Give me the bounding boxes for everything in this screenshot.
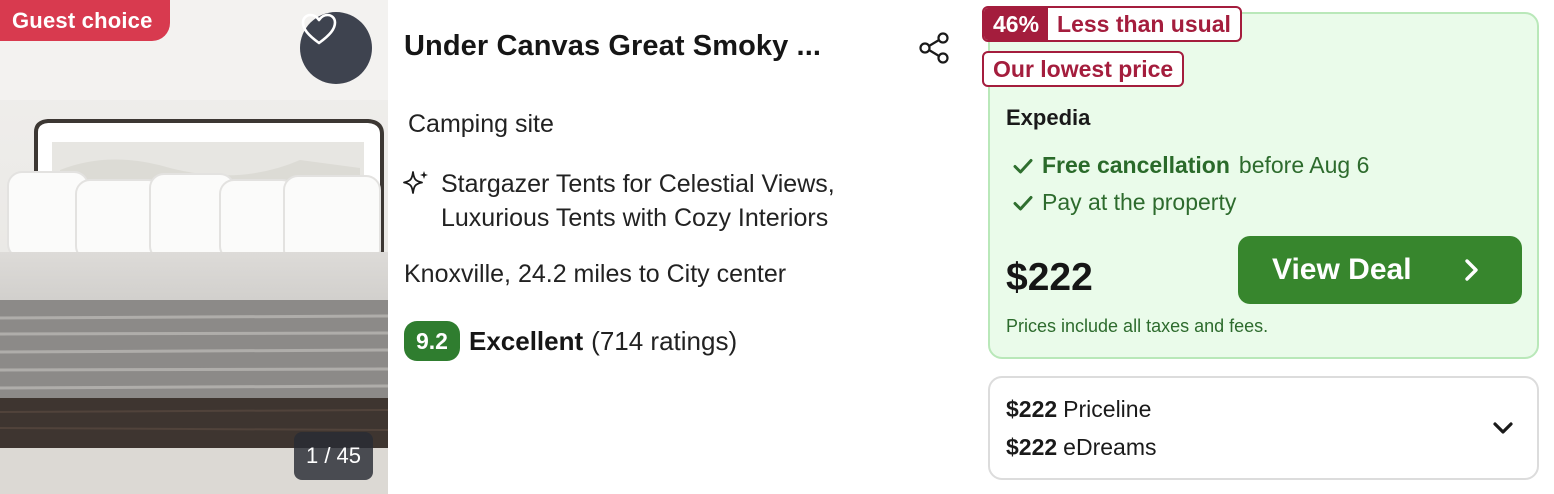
discount-percent: 46% [984,8,1049,40]
lowest-price-tag: Our lowest price [982,51,1185,87]
listing-highlights: Stargazer Tents for Celestial Views, Lux… [402,167,835,235]
offer-price: $222 [1006,434,1058,460]
offer-price: $222 [1006,396,1058,422]
perk-title: Free cancellation [1042,152,1230,178]
rating-score-badge: 9.2 [404,321,460,361]
offer-provider: Priceline [1063,396,1152,422]
offer-row[interactable]: $222 eDreams [1006,434,1156,461]
view-deal-button[interactable]: View Deal [1238,236,1522,304]
rating-count: (714 ratings) [591,325,738,356]
chevron-down-icon[interactable] [1490,416,1516,440]
rating-label: Excellent [468,325,584,356]
perk-free-cancellation: Free cancellation before Aug 6 [1012,152,1369,179]
rating-summary: 9.2 Excellent (714 ratings) [404,321,737,361]
share-icon [919,32,949,64]
share-button[interactable] [916,30,952,66]
discount-tag: 46% Less than usual [982,6,1242,42]
check-icon [1013,195,1033,210]
offer-row[interactable]: $222 Priceline [1006,396,1151,423]
lowest-price-label: Our lowest price [993,56,1174,82]
perk-pay-at-property: Pay at the property [1012,189,1236,216]
photo-counter: 1 / 45 [294,432,373,480]
check-icon [1013,158,1033,173]
offer-provider: eDreams [1063,434,1157,460]
highlight-line: Luxurious Tents with Cozy Interiors [441,204,829,232]
chevron-right-icon [1465,259,1478,281]
sparkle-icon [403,171,428,194]
favorite-button[interactable] [300,12,372,84]
perk-detail: before Aug 6 [1238,152,1370,178]
guest-choice-badge: Guest choice [0,0,170,41]
listing-location: Knoxville, 24.2 miles to City center [404,260,787,288]
discount-label: Less than usual [1057,11,1231,37]
listing-photo[interactable]: Guest choice 1 / 45 [0,0,388,494]
property-type: Camping site [408,110,554,138]
other-offers-card[interactable] [988,376,1539,480]
perk-title: Pay at the property [1042,189,1237,215]
view-deal-label: View Deal [1272,253,1412,286]
fees-note: Prices include all taxes and fees. [1006,316,1269,336]
highlight-line: Stargazer Tents for Celestial Views, [441,170,835,198]
deal-provider: Expedia [1006,105,1091,130]
listing-title[interactable]: Under Canvas Great Smoky ... [404,30,821,63]
heart-icon [301,13,337,45]
deal-price: $222 [1006,256,1093,299]
